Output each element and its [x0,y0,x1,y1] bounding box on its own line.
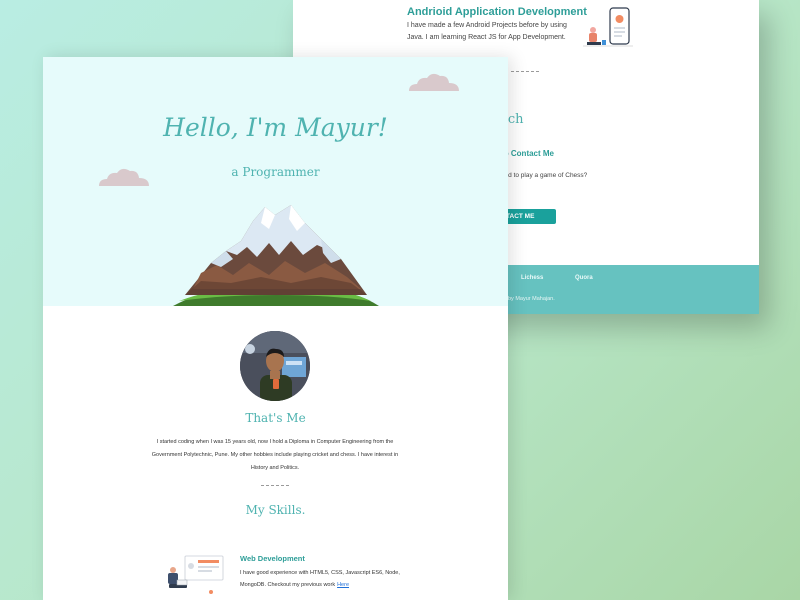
project-description: I have made a few Android Projects befor… [407,22,567,41]
hero-title: Hello, I'm Mayur! [163,113,388,142]
hero-section: Hello, I'm Mayur! a Programmer [43,57,508,306]
avatar [240,331,310,401]
footer-link-lichess[interactable]: Lichess [521,275,543,281]
section-divider [511,71,539,72]
hero-subtitle: a Programmer [231,165,320,179]
project-title: Andrioid Application Development [407,6,587,18]
laptop-illustration [168,555,224,594]
skill-description: I have good experience with HTML5, CSS, … [240,567,400,591]
skills-heading: My Skills. [245,503,306,517]
cloud-icon [409,73,459,91]
front-page-screenshot: Hello, I'm Mayur! a Programmer That's Me… [43,57,508,600]
profile-photo [240,331,310,401]
section-divider [261,485,289,486]
skill-description-text: I have good experience with HTML5, CSS, … [240,570,400,588]
previous-work-link[interactable]: Here [337,582,349,588]
skill-title-web-development: Web Development [240,554,305,563]
footer-copyright: by Mayur Mahajan. [508,296,555,302]
mountain-illustration [173,205,379,306]
footer-link-quora[interactable]: Quora [575,275,593,281]
about-text: I started coding when I was 15 years old… [151,439,399,471]
phone-illustration [583,7,633,47]
about-heading: That's Me [245,411,306,425]
